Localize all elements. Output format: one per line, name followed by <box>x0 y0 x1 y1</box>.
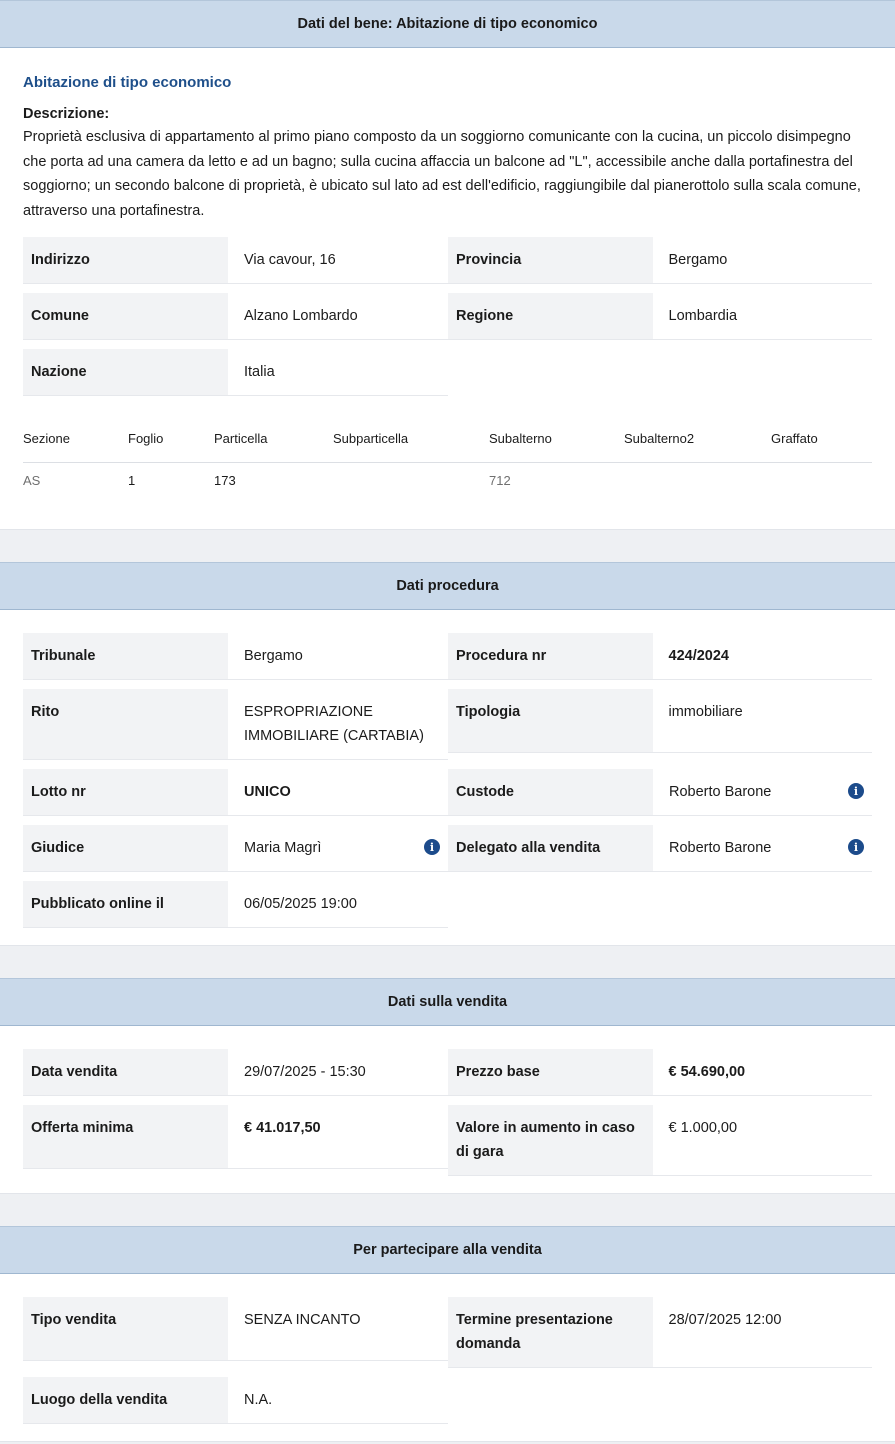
tipo-vendita-value: SENZA INCANTO <box>244 1312 361 1328</box>
delegato-label: Delegato alla vendita <box>448 825 653 871</box>
catasto-divider <box>23 462 872 463</box>
delegato-name: Roberto Barone <box>669 840 772 856</box>
catasto-value-particella: 173 <box>214 473 236 488</box>
data-vendita-value: 29/07/2025 - 15:30 <box>244 1064 366 1080</box>
row-provincia: Provincia Bergamo <box>448 237 872 284</box>
row-tipologia: Tipologia immobiliare <box>448 689 872 753</box>
pubblicato-label: Pubblicato online il <box>23 881 228 927</box>
row-nazione: Nazione Italia <box>23 349 448 396</box>
giudice-label: Giudice <box>23 825 228 871</box>
prezzo-base-value: € 54.690,00 <box>668 1064 746 1080</box>
custode-label: Custode <box>448 769 653 815</box>
catasto-value-subalterno: 712 <box>489 473 511 488</box>
row-luogo: Luogo della vendita N.A. <box>23 1377 448 1424</box>
row-procedura: Procedura nr 424/2024 <box>448 633 872 680</box>
lotto-label: Lotto nr <box>23 769 228 815</box>
procedura-card: Dati procedura Tribunale Bergamo Procedu… <box>0 562 895 946</box>
catasto-header-foglio: Foglio <box>128 431 164 446</box>
catasto-header-graffato: Graffato <box>771 431 818 446</box>
row-delegato: Delegato alla vendita Roberto Barone i <box>448 825 872 872</box>
provincia-label: Provincia <box>448 237 653 283</box>
termine-label: Termine presentazione domanda <box>448 1297 653 1367</box>
lotto-value: UNICO <box>244 784 291 800</box>
valore-aumento-value: € 1.000,00 <box>668 1120 738 1136</box>
row-indirizzo: Indirizzo Via cavour, 16 <box>23 237 448 284</box>
info-icon[interactable]: i <box>424 839 440 855</box>
row-rito: Rito ESPROPRIAZIONE IMMOBILIARE (CARTABI… <box>23 689 448 760</box>
row-data-vendita: Data vendita 29/07/2025 - 15:30 <box>23 1049 448 1096</box>
catasto-header-subparticella: Subparticella <box>333 431 409 446</box>
catasto-header-sezione: Sezione <box>23 431 70 446</box>
procedura-header: Dati procedura <box>0 562 895 610</box>
vendita-card: Dati sulla vendita Data vendita 29/07/20… <box>0 978 895 1194</box>
partecipare-card: Per partecipare alla vendita Tipo vendit… <box>0 1226 895 1442</box>
catasto-header-subalterno2: Subalterno2 <box>624 431 695 446</box>
offerta-minima-value: € 41.017,50 <box>244 1120 321 1136</box>
catasto-header-subalterno: Subalterno <box>489 431 552 446</box>
procedura-label: Procedura nr <box>448 633 653 679</box>
comune-value: Alzano Lombardo <box>244 308 358 324</box>
regione-value: Lombardia <box>668 308 738 324</box>
row-tipo-vendita: Tipo vendita SENZA INCANTO <box>23 1297 448 1361</box>
provincia-value: Bergamo <box>668 252 728 268</box>
row-termine: Termine presentazione domanda 28/07/2025… <box>448 1297 872 1368</box>
rito-label: Rito <box>23 689 228 759</box>
indirizzo-label: Indirizzo <box>23 237 228 283</box>
tipologia-value: immobiliare <box>668 704 743 720</box>
tipologia-label: Tipologia <box>448 689 653 752</box>
giudice-name: Maria Magrì <box>244 840 322 856</box>
regione-label: Regione <box>448 293 653 339</box>
description-label: Descrizione: <box>23 106 110 122</box>
description-text: Proprietà esclusiva di appartamento al p… <box>23 129 861 219</box>
row-regione: Regione Lombardia <box>448 293 872 340</box>
partecipare-header: Per partecipare alla vendita <box>0 1226 895 1274</box>
info-icon[interactable]: i <box>848 783 864 799</box>
tipo-vendita-label: Tipo vendita <box>23 1297 228 1360</box>
custode-value: Roberto Barone i <box>653 769 872 815</box>
bene-card: Dati del bene: Abitazione di tipo econom… <box>0 0 895 530</box>
rito-value: ESPROPRIAZIONE IMMOBILIARE (CARTABIA) <box>244 704 424 744</box>
data-vendita-label: Data vendita <box>23 1049 228 1095</box>
pubblicato-value: 06/05/2025 19:00 <box>244 896 357 912</box>
tribunale-value: Bergamo <box>244 648 303 664</box>
bene-header: Dati del bene: Abitazione di tipo econom… <box>0 0 895 48</box>
custode-name: Roberto Barone <box>669 784 772 800</box>
indirizzo-value: Via cavour, 16 <box>244 252 336 268</box>
row-comune: Comune Alzano Lombardo <box>23 293 448 340</box>
catasto-header-particella: Particella <box>214 431 268 446</box>
vendita-header: Dati sulla vendita <box>0 978 895 1026</box>
offerta-minima-label: Offerta minima <box>23 1105 228 1168</box>
row-pubblicato: Pubblicato online il 06/05/2025 19:00 <box>23 881 448 928</box>
nazione-label: Nazione <box>23 349 228 395</box>
row-prezzo-base: Prezzo base € 54.690,00 <box>448 1049 872 1096</box>
catasto-value-sezione: AS <box>23 473 41 488</box>
termine-value: 28/07/2025 12:00 <box>668 1312 782 1328</box>
valore-aumento-label: Valore in aumento in caso di gara <box>448 1105 653 1175</box>
row-offerta-minima: Offerta minima € 41.017,50 <box>23 1105 448 1169</box>
row-giudice: Giudice Maria Magrì i <box>23 825 448 872</box>
catasto-value-foglio: 1 <box>128 473 136 488</box>
row-custode: Custode Roberto Barone i <box>448 769 872 816</box>
delegato-value: Roberto Barone i <box>653 825 872 871</box>
property-title: Abitazione di tipo economico <box>23 74 232 91</box>
nazione-value: Italia <box>244 364 275 380</box>
comune-label: Comune <box>23 293 228 339</box>
info-icon[interactable]: i <box>848 839 864 855</box>
row-tribunale: Tribunale Bergamo <box>23 633 448 680</box>
row-lotto: Lotto nr UNICO <box>23 769 448 816</box>
tribunale-label: Tribunale <box>23 633 228 679</box>
prezzo-base-label: Prezzo base <box>448 1049 653 1095</box>
luogo-value: N.A. <box>244 1392 273 1408</box>
luogo-label: Luogo della vendita <box>23 1377 228 1423</box>
procedura-value: 424/2024 <box>668 648 729 664</box>
row-valore-aumento: Valore in aumento in caso di gara € 1.00… <box>448 1105 872 1176</box>
giudice-value: Maria Magrì i <box>228 825 448 871</box>
